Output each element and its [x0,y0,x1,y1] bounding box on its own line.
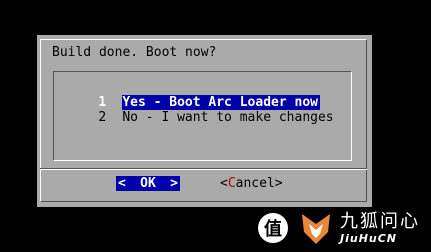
button-separator [40,168,367,170]
watermark-name-en: JiuHuCN [340,231,398,245]
cancel-hotkey: C [227,176,236,191]
menu-item-label: No - I want to make changes [122,110,334,125]
cancel-open-bracket: < [220,176,228,191]
ok-button-label: OK [140,176,156,191]
menu-item-make-changes[interactable]: 2 No - I want to make changes [67,95,333,125]
cancel-close-bracket: > [274,176,283,191]
watermark-name-cn: 九狐问心 [340,210,420,232]
ok-right-arrow: > [170,176,178,191]
dialog-title: Build done. Boot now? [52,45,217,60]
watermark-badge: 值 [258,213,288,243]
ok-left-arrow: < [118,176,126,191]
watermark-text: 九狐问心 JiuHuCN [340,210,420,245]
menu-item-tag: 2 [98,110,107,125]
watermark: 值 九狐问心 JiuHuCN [258,207,428,249]
menu-item-boot[interactable]: 1 Yes - Boot Arc Loader now [67,80,320,110]
fox-logo-icon [302,214,330,244]
cancel-label-rest: ancel [235,176,275,191]
ok-button[interactable]: < OK > [116,176,180,191]
cancel-button[interactable]: <Cancel> [220,176,283,191]
boot-dialog: Build done. Boot now? 1 Yes - Boot Arc Lo… [37,35,372,207]
